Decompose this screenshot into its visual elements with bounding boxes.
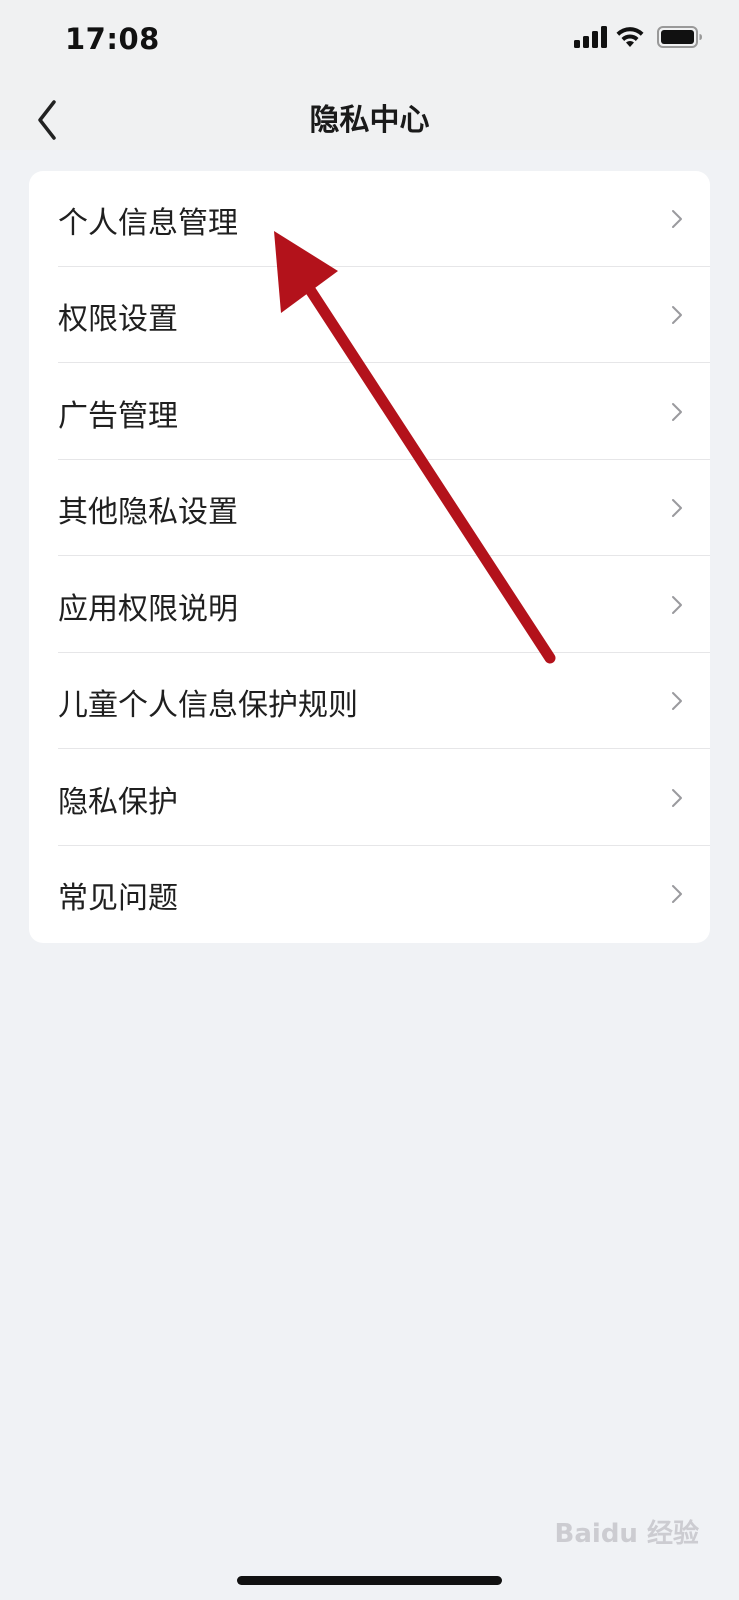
menu-item-children-info-rules[interactable]: 儿童个人信息保护规则	[29, 653, 710, 749]
menu-item-other-privacy-settings[interactable]: 其他隐私设置	[29, 460, 710, 556]
menu-item-faq[interactable]: 常见问题	[29, 846, 710, 942]
menu-item-label: 常见问题	[58, 881, 178, 916]
chevron-right-icon	[672, 210, 682, 228]
status-bar: 17:08	[0, 0, 739, 80]
menu-card: 个人信息管理 权限设置 广告管理 其他隐私设置 应用权限说明 儿童个人信息保护规…	[29, 171, 710, 943]
menu-item-label: 隐私保护	[58, 785, 178, 820]
menu-item-label: 权限设置	[58, 302, 178, 337]
navigation-bar: 隐私中心	[0, 80, 739, 150]
menu-item-privacy-protection[interactable]: 隐私保护	[29, 750, 710, 846]
menu-item-label: 广告管理	[58, 399, 178, 434]
page-title: 隐私中心	[309, 103, 430, 138]
menu-item-label: 其他隐私设置	[58, 495, 238, 530]
battery-icon	[657, 26, 702, 48]
watermark: Baidu 经验	[554, 1519, 699, 1549]
menu-item-personal-info[interactable]: 个人信息管理	[29, 171, 710, 267]
divider	[58, 748, 710, 749]
chevron-right-icon	[672, 789, 682, 807]
chevron-right-icon	[672, 596, 682, 614]
wifi-icon	[616, 27, 644, 47]
chevron-right-icon	[672, 692, 682, 710]
menu-item-label: 儿童个人信息保护规则	[58, 688, 358, 723]
menu-item-app-permission-info[interactable]: 应用权限说明	[29, 557, 710, 653]
divider	[58, 555, 710, 556]
menu-item-label: 个人信息管理	[58, 206, 238, 241]
divider	[58, 362, 710, 363]
chevron-right-icon	[672, 403, 682, 421]
status-time: 17:08	[65, 22, 160, 56]
chevron-right-icon	[672, 306, 682, 324]
home-indicator[interactable]	[237, 1576, 502, 1585]
signal-icon	[574, 26, 607, 48]
chevron-right-icon	[672, 885, 682, 903]
menu-item-permission-settings[interactable]: 权限设置	[29, 267, 710, 363]
menu-item-label: 应用权限说明	[58, 592, 238, 627]
menu-item-ad-management[interactable]: 广告管理	[29, 364, 710, 460]
chevron-right-icon	[672, 499, 682, 517]
